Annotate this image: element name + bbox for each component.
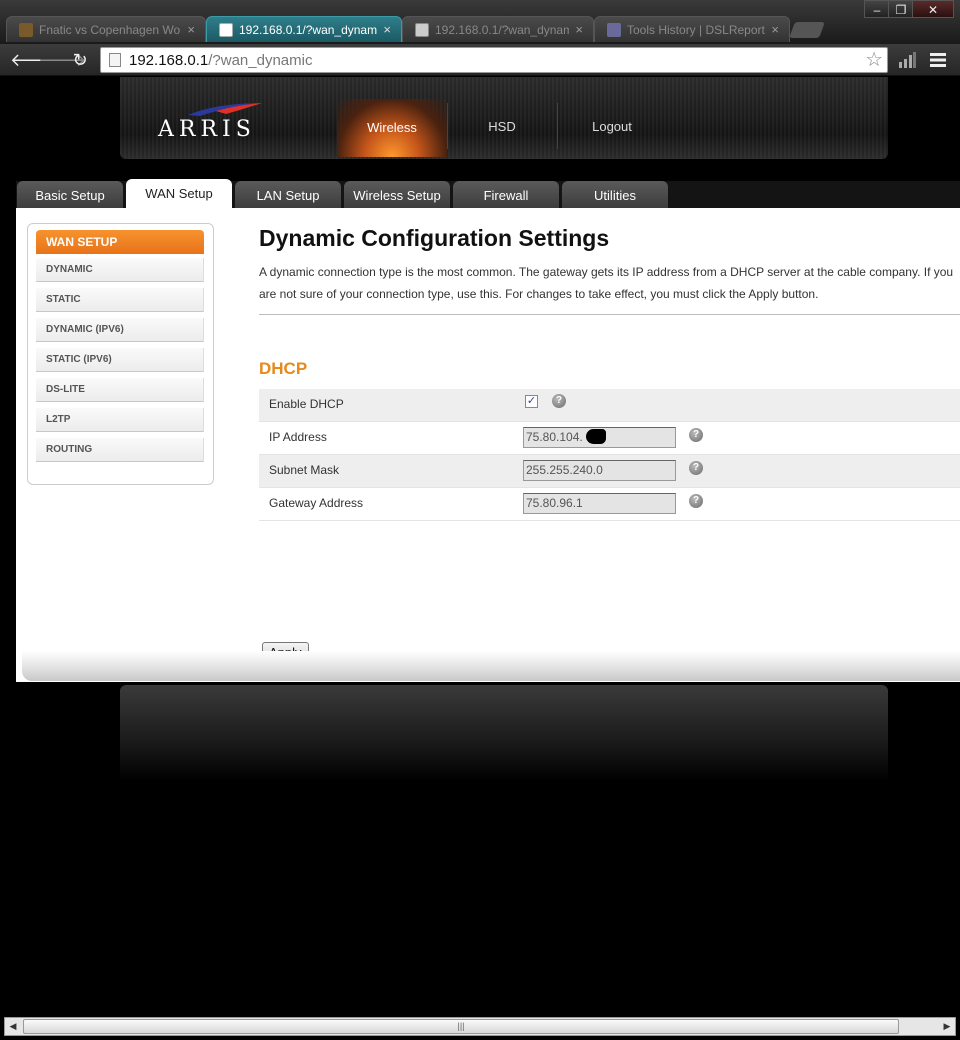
field-label: Gateway Address	[269, 496, 364, 510]
page-description: A dynamic connection type is the most co…	[259, 261, 960, 305]
page-viewport: ARRIS Wireless HSD Logout Basic Setup WA…	[0, 77, 960, 1017]
close-icon[interactable]: ×	[575, 22, 583, 37]
close-icon[interactable]: ×	[187, 22, 195, 37]
side-menu-item-static-ipv6[interactable]: STATIC (IPV6)	[36, 348, 204, 372]
side-menu-item-dynamic[interactable]: DYNAMIC	[36, 258, 204, 282]
logo-wordmark: ARRIS	[158, 117, 256, 142]
forward-button[interactable]: 🡒	[38, 48, 86, 72]
scroll-left-arrow-icon[interactable]: ◀	[5, 1018, 21, 1035]
side-menu-item-dynamic-ipv6[interactable]: DYNAMIC (IPV6)	[36, 318, 204, 342]
router-header: ARRIS Wireless HSD Logout	[120, 77, 888, 159]
close-window-button[interactable]: ✕	[912, 0, 954, 18]
browser-toolbar: 🡐 🡒 ↻ 192.168.0.1/?wan_dynamic ☆	[0, 44, 960, 76]
minimize-button[interactable]: –	[864, 0, 890, 18]
help-icon[interactable]: ?	[689, 428, 703, 442]
header-nav-wireless[interactable]: Wireless	[337, 99, 447, 157]
reload-button[interactable]: ↻	[68, 48, 92, 72]
close-icon[interactable]: ×	[771, 22, 779, 37]
form-row-subnet-mask: Subnet Mask 255.255.240.0 ?	[259, 455, 960, 488]
tab-basic-setup[interactable]: Basic Setup	[17, 181, 123, 209]
description-line: A dynamic connection type is the most co…	[259, 265, 954, 279]
tab-title: Tools History | DSLReports	[627, 22, 766, 37]
field-label: Subnet Mask	[269, 463, 340, 477]
menu-icon[interactable]	[930, 53, 946, 67]
content-panel: WAN SETUP DYNAMIC STATIC DYNAMIC (IPV6) …	[16, 208, 960, 682]
tab-title: Fnatic vs Copenhagen Wo	[39, 22, 181, 37]
browser-tab-fnatic[interactable]: Fnatic vs Copenhagen Wo ×	[6, 16, 206, 42]
help-icon[interactable]: ?	[552, 394, 566, 408]
wan-side-menu: WAN SETUP DYNAMIC STATIC DYNAMIC (IPV6) …	[27, 223, 214, 485]
side-menu-item-ds-lite[interactable]: DS-LITE	[36, 378, 204, 402]
description-line: are not sure of your connection type, us…	[259, 287, 819, 301]
browser-titlebar: Fnatic vs Copenhagen Wo × 192.168.0.1/?w…	[0, 0, 960, 44]
signal-bars-icon[interactable]	[898, 52, 916, 68]
bookmark-star-icon[interactable]: ☆	[865, 48, 883, 72]
panel-bottom-edge	[22, 651, 960, 681]
address-bar[interactable]: 192.168.0.1/?wan_dynamic ☆	[100, 47, 888, 73]
enable-dhcp-checkbox[interactable]: ✓	[525, 395, 538, 408]
address-path: /?wan_dynamic	[208, 51, 313, 69]
form-row-enable-dhcp: Enable DHCP ✓ ?	[259, 389, 960, 422]
page-title: Dynamic Configuration Settings	[259, 225, 610, 251]
page-icon	[219, 22, 233, 37]
side-menu-heading: WAN SETUP	[36, 230, 204, 254]
close-icon[interactable]: ×	[383, 22, 391, 37]
content-divider	[259, 314, 960, 315]
scrollbar-thumb[interactable]: |||	[23, 1019, 899, 1034]
side-menu-item-static[interactable]: STATIC	[36, 288, 204, 312]
page-icon	[109, 53, 121, 67]
tab-lan-setup[interactable]: LAN Setup	[235, 181, 341, 209]
browser-tab-dslreports[interactable]: Tools History | DSLReports ×	[594, 16, 790, 42]
field-label: Enable DHCP	[269, 397, 344, 411]
section-heading-dhcp: DHCP	[259, 359, 308, 378]
tab-wireless-setup[interactable]: Wireless Setup	[344, 181, 450, 209]
tab-utilities[interactable]: Utilities	[562, 181, 668, 209]
dslr-icon	[607, 22, 621, 37]
form-row-ip-address: IP Address 75.80.104. ?	[259, 422, 960, 455]
main-tab-bar: Basic Setup WAN Setup LAN Setup Wireless…	[16, 179, 960, 209]
new-tab-button[interactable]	[789, 22, 825, 38]
header-nav-hsd[interactable]: HSD	[447, 105, 557, 155]
back-button[interactable]: 🡐	[10, 48, 58, 72]
redaction-mark	[586, 429, 606, 444]
browser-tab-wan-dynamic[interactable]: 192.168.0.1/?wan_dynamic ×	[402, 16, 594, 42]
field-label: IP Address	[269, 430, 327, 444]
side-menu-item-l2tp[interactable]: L2TP	[36, 408, 204, 432]
tab-wan-setup[interactable]: WAN Setup	[126, 179, 232, 209]
address-host: 192.168.0.1	[129, 51, 209, 69]
side-menu-item-routing[interactable]: ROUTING	[36, 438, 204, 462]
arris-swoosh-icon	[188, 103, 262, 116]
router-footer	[120, 685, 888, 781]
tab-title: 192.168.0.1/?wan_dynamic	[239, 22, 378, 37]
ip-address-value: 75.80.104.	[526, 430, 583, 444]
maximize-button[interactable]: ❐	[888, 0, 914, 18]
header-nav-logout[interactable]: Logout	[557, 105, 667, 155]
page-icon	[415, 22, 429, 37]
help-icon[interactable]: ?	[689, 461, 703, 475]
help-icon[interactable]: ?	[689, 494, 703, 508]
scroll-right-arrow-icon[interactable]: ▶	[939, 1018, 955, 1035]
browser-tab-wan-dynamic-active[interactable]: 192.168.0.1/?wan_dynamic ×	[206, 16, 402, 42]
gateway-address-field[interactable]: 75.80.96.1	[523, 493, 676, 514]
browser-window: Fnatic vs Copenhagen Wo × 192.168.0.1/?w…	[0, 0, 960, 1040]
form-row-gateway-address: Gateway Address 75.80.96.1 ?	[259, 488, 960, 521]
subnet-mask-field[interactable]: 255.255.240.0	[523, 460, 676, 481]
ip-address-field[interactable]: 75.80.104.	[523, 427, 676, 448]
tab-title: 192.168.0.1/?wan_dynamic	[435, 22, 570, 37]
gaming-icon	[19, 22, 33, 37]
tab-firewall[interactable]: Firewall	[453, 181, 559, 209]
arris-logo: ARRIS	[158, 99, 268, 143]
horizontal-scrollbar[interactable]: ◀ ||| ▶	[4, 1017, 956, 1036]
